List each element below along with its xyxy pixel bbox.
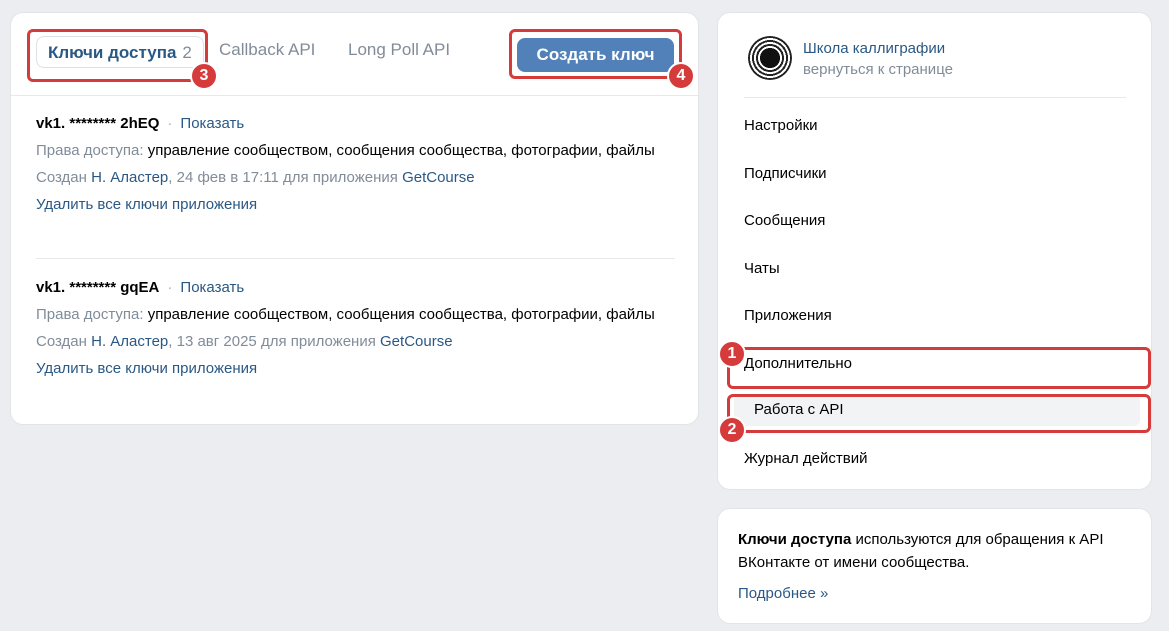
key-item: vk1. ******** 2hEQ · Показать Права доступ… xyxy=(36,115,676,213)
highlight-box-4 xyxy=(509,29,682,79)
author-link[interactable]: Н. Аластер xyxy=(91,333,168,350)
tab-callback-api[interactable]: Callback API xyxy=(219,40,315,60)
menu-item-chats[interactable]: Чаты xyxy=(744,260,780,277)
info-bold: Ключи доступа xyxy=(738,531,852,548)
app-link[interactable]: GetCourse xyxy=(402,169,475,186)
rights-value: управление сообществом, сообщения сообще… xyxy=(147,306,655,323)
badge-4: 4 xyxy=(667,62,695,90)
info-card: Ключи доступа используются для обращения… xyxy=(718,509,1151,623)
created-prefix: Создан xyxy=(36,333,87,350)
rights-label: Права доступа: xyxy=(36,306,144,323)
created-date: , 24 фев в 17:11 для приложения xyxy=(168,169,398,186)
group-name[interactable]: Школа каллиграфии xyxy=(803,40,945,57)
more-link[interactable]: Подробнее » xyxy=(738,585,828,602)
key-rights: Права доступа: управление сообществом, с… xyxy=(36,305,676,325)
group-avatar[interactable] xyxy=(748,36,792,80)
menu-item-action-log[interactable]: Журнал действий xyxy=(744,450,867,467)
delete-keys-link[interactable]: Удалить все ключи приложения xyxy=(36,360,676,377)
show-key-link[interactable]: Показать xyxy=(180,279,244,296)
app-link[interactable]: GetCourse xyxy=(380,333,453,350)
badge-1: 1 xyxy=(718,340,746,368)
key-rights: Права доступа: управление сообществом, с… xyxy=(36,141,676,161)
highlight-box-3 xyxy=(27,29,208,82)
menu-item-settings[interactable]: Настройки xyxy=(744,117,818,134)
key-name: vk1. ******** 2hEQ xyxy=(36,115,160,132)
divider xyxy=(744,97,1126,98)
delete-keys-link[interactable]: Удалить все ключи приложения xyxy=(36,196,676,213)
menu-item-apps[interactable]: Приложения xyxy=(744,307,832,324)
tab-long-poll-api[interactable]: Long Poll API xyxy=(348,40,450,60)
show-key-link[interactable]: Показать xyxy=(180,115,244,132)
divider xyxy=(36,258,675,259)
key-created: Создан Н. Аластер, 24 фев в 17:11 для пр… xyxy=(36,169,676,186)
badge-3: 3 xyxy=(190,62,218,90)
separator-dot: · xyxy=(167,115,173,132)
key-name: vk1. ******** gqEA xyxy=(36,279,160,296)
separator-dot: · xyxy=(167,279,173,296)
highlight-box-1 xyxy=(727,347,1151,389)
rights-value: управление сообществом, сообщения сообще… xyxy=(147,142,655,159)
menu-item-subscribers[interactable]: Подписчики xyxy=(744,165,827,182)
key-header: vk1. ******** gqEA · Показать xyxy=(36,279,676,296)
author-link[interactable]: Н. Аластер xyxy=(91,169,168,186)
created-prefix: Создан xyxy=(36,169,87,186)
back-to-page-link[interactable]: вернуться к странице xyxy=(803,61,953,78)
rights-label: Права доступа: xyxy=(36,142,144,159)
key-created: Создан Н. Аластер, 13 авг 2025 для прило… xyxy=(36,333,676,350)
menu-item-messages[interactable]: Сообщения xyxy=(744,212,825,229)
key-header: vk1. ******** 2hEQ · Показать xyxy=(36,115,676,132)
key-item: vk1. ******** gqEA · Показать Права доступ… xyxy=(36,279,676,377)
info-text: Ключи доступа используются для обращения… xyxy=(738,528,1128,574)
created-date: , 13 авг 2025 для приложения xyxy=(168,333,376,350)
badge-2: 2 xyxy=(718,416,746,444)
highlight-box-2 xyxy=(727,394,1151,433)
